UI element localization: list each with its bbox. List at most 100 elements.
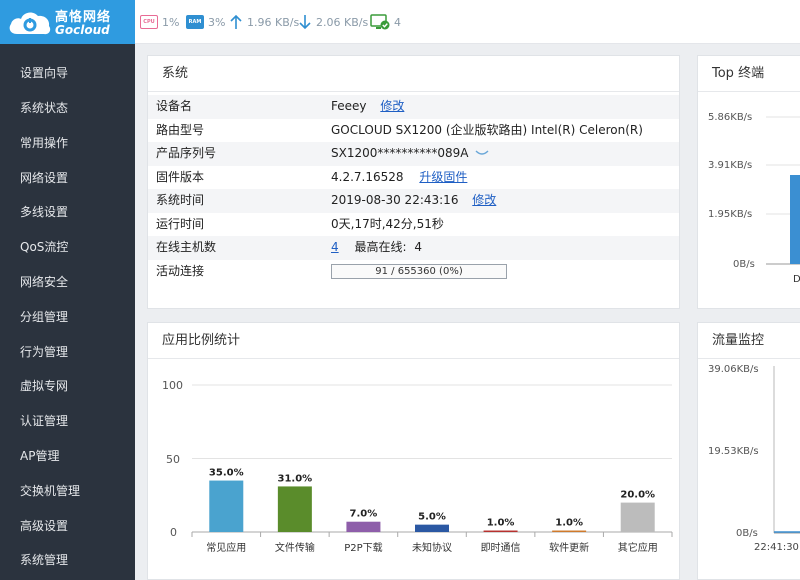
brand-logo[interactable]: 高恪网络 Gocloud bbox=[0, 0, 135, 44]
serial-value: SX1200**********089A bbox=[331, 142, 489, 165]
app-stats-chart: 100 50 0 35.0% 常见应用 31.0% 文件传输 7.0% P2P下载 5.0%… bbox=[162, 379, 673, 554]
cpu-chip-icon: CPU bbox=[140, 15, 158, 29]
app-bar-6[interactable] bbox=[620, 502, 655, 532]
sidebar-item-groups[interactable]: 分组管理 bbox=[0, 300, 135, 334]
app-category-label-3: 未知协议 bbox=[412, 541, 452, 554]
app-bar-value-label-5: 1.0% bbox=[555, 518, 583, 529]
ram-chip-icon: RAM bbox=[186, 15, 204, 29]
firmware-label: 固件版本 bbox=[156, 169, 205, 184]
active-connections-row: 活动连接 91 / 655360 (0%) bbox=[148, 260, 679, 284]
sidebar: 设置向导 系统状态 常用操作 网络设置 多线设置 QoS流控 网络安全 分组管理… bbox=[0, 44, 135, 580]
app-category-label-2: P2P下载 bbox=[344, 542, 382, 554]
uptime-row: 运行时间 0天,17时,42分,51秒 bbox=[148, 213, 679, 237]
sidebar-item-system-admin[interactable]: 系统管理 bbox=[0, 543, 135, 577]
app-bar-4[interactable] bbox=[483, 530, 518, 532]
top-ytick-1: 3.91KB/s bbox=[708, 160, 752, 171]
download-speed: 2.06 KB/s bbox=[298, 13, 368, 31]
app-bar-5[interactable] bbox=[552, 530, 587, 532]
app-bar-0[interactable] bbox=[209, 480, 244, 532]
sidebar-item-security[interactable]: 网络安全 bbox=[0, 265, 135, 299]
online-hosts-label: 在线主机数 bbox=[156, 240, 217, 254]
app-stats-panel: 应用比例统计 100 50 0 35.0% 常见应用 31.0% 文件传输 7.0% P2… bbox=[147, 322, 680, 580]
sidebar-item-vpn[interactable]: 虚拟专网 bbox=[0, 369, 135, 403]
arrow-down-icon bbox=[299, 15, 311, 30]
flow-monitor-title: 流量监控 bbox=[698, 323, 800, 359]
top-ytick-2: 1.95KB/s bbox=[708, 209, 752, 220]
sidebar-item-ap[interactable]: AP管理 bbox=[0, 439, 135, 473]
model-label: 路由型号 bbox=[156, 122, 205, 137]
app-ytick-100: 100 bbox=[162, 379, 183, 392]
edit-device-name-link[interactable]: 修改 bbox=[380, 99, 404, 113]
device-name-label: 设备名 bbox=[156, 99, 193, 113]
system-time-label: 系统时间 bbox=[156, 193, 205, 207]
firmware-value: 4.2.7.16528 升级固件 bbox=[331, 166, 467, 189]
sidebar-item-auth[interactable]: 认证管理 bbox=[0, 404, 135, 438]
system-time-value: 2019-08-30 22:43:16 修改 bbox=[331, 189, 496, 212]
cpu-usage: CPU 1% bbox=[140, 13, 179, 31]
sidebar-item-behavior[interactable]: 行为管理 bbox=[0, 335, 135, 369]
sidebar-item-system-status[interactable]: 系统状态 bbox=[0, 91, 135, 125]
serial-text: SX1200**********089A bbox=[331, 146, 469, 160]
top-xtick-0: D bbox=[793, 274, 800, 285]
cpu-value: 1% bbox=[162, 15, 180, 29]
model-row: 路由型号 GOCLOUD SX1200 (企业版软路由) Intel(R) Ce… bbox=[148, 119, 679, 160]
flow-monitor-panel: 流量监控 39.06KB/s 19.53KB/s 0B/s 22:41:30 bbox=[697, 322, 800, 580]
top-terminals-title: Top 终端 bbox=[698, 56, 800, 92]
app-bar-value-label-2: 7.0% bbox=[350, 509, 378, 520]
active-connections-label: 活动连接 bbox=[156, 263, 205, 278]
serial-label: 产品序列号 bbox=[156, 146, 217, 160]
sidebar-item-advanced[interactable]: 高级设置 bbox=[0, 509, 135, 543]
app-category-label-1: 文件传输 bbox=[275, 541, 315, 554]
upload-speed: 1.96 KB/s bbox=[229, 13, 299, 31]
top-ytick-3: 0B/s bbox=[733, 259, 755, 270]
app-category-label-4: 即时通信 bbox=[481, 542, 521, 554]
firmware-row: 固件版本 4.2.7.16528 升级固件 bbox=[148, 166, 679, 190]
app-bar-3[interactable] bbox=[415, 524, 449, 532]
serial-row: 产品序列号 SX1200**********089A bbox=[148, 142, 679, 166]
online-hosts-row: 在线主机数 4 最高在线: 4 bbox=[148, 236, 679, 260]
monitor-check-icon bbox=[370, 13, 390, 29]
system-time-row: 系统时间 2019-08-30 22:43:16 修改 bbox=[148, 189, 679, 213]
upgrade-firmware-link[interactable]: 升级固件 bbox=[419, 170, 467, 184]
app-bar-1[interactable] bbox=[277, 486, 312, 532]
app-bars: 35.0% 常见应用 31.0% 文件传输 7.0% P2P下载 5.0% 未知协议 1.0% 即… bbox=[191, 468, 673, 554]
sidebar-item-network-settings[interactable]: 网络设置 bbox=[0, 161, 135, 195]
app-ytick-50: 50 bbox=[166, 453, 180, 466]
flow-ytick-2: 0B/s bbox=[736, 528, 758, 539]
app-bar-value-label-4: 1.0% bbox=[487, 518, 515, 529]
online-hosts-value: 4 最高在线: 4 bbox=[331, 236, 422, 259]
app-bar-2[interactable] bbox=[346, 521, 381, 532]
sidebar-item-setup-wizard[interactable]: 设置向导 bbox=[0, 56, 135, 90]
system-panel-title: 系统 bbox=[148, 56, 679, 92]
app-category-label-5: 软件更新 bbox=[549, 541, 589, 554]
hosts-value: 4 bbox=[394, 15, 401, 29]
device-name-value: Feeey 修改 bbox=[331, 95, 404, 118]
app-bar-value-label-6: 20.0% bbox=[620, 490, 655, 501]
peak-online-value: 4 bbox=[414, 240, 422, 254]
download-value: 2.06 KB/s bbox=[316, 15, 369, 29]
top-bar: 高恪网络 Gocloud CPU 1% RAM 3% 1.96 KB/s 2.0… bbox=[0, 0, 800, 44]
flow-ytick-1: 19.53KB/s bbox=[708, 446, 759, 457]
sidebar-item-common-ops[interactable]: 常用操作 bbox=[0, 126, 135, 160]
edit-time-link[interactable]: 修改 bbox=[472, 193, 496, 207]
ram-value: 3% bbox=[208, 15, 226, 29]
flow-ytick-0: 39.06KB/s bbox=[708, 364, 759, 375]
online-hosts-count-link[interactable]: 4 bbox=[331, 240, 339, 254]
active-connections-text: 91 / 655360 (0%) bbox=[375, 265, 463, 277]
online-hosts[interactable]: 4 bbox=[370, 13, 401, 31]
eye-icon[interactable] bbox=[475, 149, 489, 157]
system-panel: 系统 设备名 Feeey 修改 路由型号 GOCLOUD SX1200 (企业版… bbox=[147, 55, 680, 309]
sidebar-item-switch[interactable]: 交换机管理 bbox=[0, 474, 135, 508]
app-category-label-0: 常见应用 bbox=[206, 541, 246, 554]
top-terminals-chart: 5.86KB/s 3.91KB/s 1.95KB/s 0B/s D bbox=[708, 112, 800, 285]
sidebar-item-multiline[interactable]: 多线设置 bbox=[0, 195, 135, 229]
top-bar[interactable] bbox=[790, 175, 800, 264]
flow-monitor-chart: 39.06KB/s 19.53KB/s 0B/s 22:41:30 bbox=[708, 364, 800, 553]
firmware-text: 4.2.7.16528 bbox=[331, 169, 404, 184]
top-ytick-0: 5.86KB/s bbox=[708, 112, 752, 123]
active-connections-progress: 91 / 655360 (0%) bbox=[331, 263, 507, 279]
arrow-up-icon bbox=[230, 14, 242, 29]
sidebar-item-qos[interactable]: QoS流控 bbox=[0, 230, 135, 264]
app-category-label-6: 其它应用 bbox=[618, 541, 658, 554]
system-time-text: 2019-08-30 22:43:16 bbox=[331, 193, 459, 207]
